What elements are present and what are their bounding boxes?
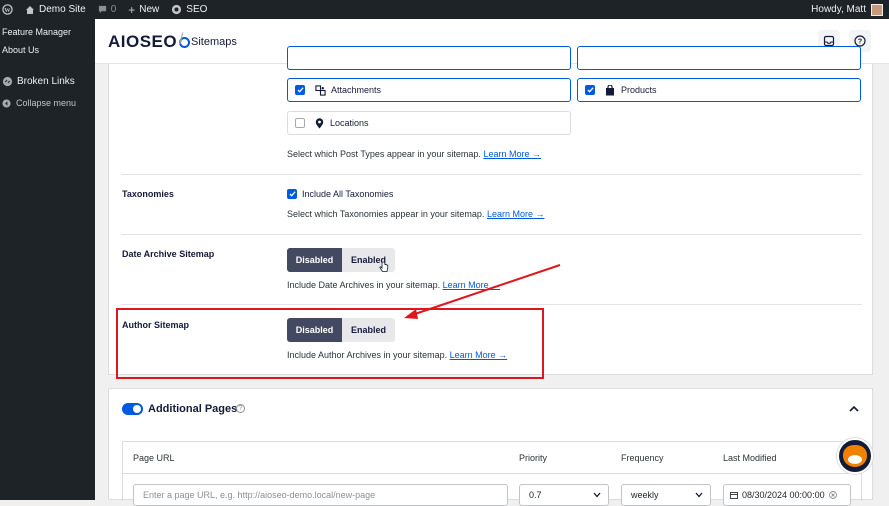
column-header: Page URL [133, 453, 175, 463]
post-type-attachments[interactable]: Attachments [287, 78, 571, 102]
post-type-locations[interactable]: Locations [287, 111, 571, 135]
post-types-description: Select which Post Types appear in your s… [287, 149, 541, 159]
post-type-box-partial[interactable] [577, 46, 861, 70]
learn-more-link[interactable]: Learn More → [443, 280, 501, 290]
help-mascot-button[interactable] [837, 438, 873, 474]
admin-bar: W Demo Site 0 + New SEO Howdy, Matt [0, 0, 889, 19]
page-title: Sitemaps [191, 36, 237, 48]
date-archive-label: Date Archive Sitemap [122, 249, 215, 259]
sidebar-item-broken-links[interactable]: Broken Links [2, 76, 75, 87]
additional-pages-title: Additional Pages [148, 403, 238, 415]
site-name: Demo Site [39, 4, 86, 15]
post-type-products[interactable]: Products [577, 78, 861, 102]
post-type-label: Locations [330, 118, 369, 128]
collapse-label: Collapse menu [16, 98, 77, 108]
description-text: Include Date Archives in your sitemap. [287, 280, 441, 290]
additional-pages-table: Page URL Priority Frequency Last Modifie… [122, 441, 862, 506]
chevron-up-icon[interactable] [849, 405, 859, 412]
priority-select[interactable]: 0.7 [519, 484, 609, 506]
aioseo-logo: AIOSEO [108, 32, 191, 52]
include-all-taxonomies[interactable]: Include All Taxonomies [287, 189, 393, 199]
last-modified-input[interactable]: 08/30/2024 00:00:00 [723, 484, 851, 506]
mouse-cursor-icon [379, 261, 389, 272]
site-name-link[interactable]: Demo Site [25, 4, 86, 15]
broken-links-icon [2, 76, 13, 87]
comments-count: 0 [110, 4, 117, 15]
svg-text:W: W [4, 7, 11, 14]
learn-more-link[interactable]: Learn More → [483, 149, 541, 159]
additional-pages-card: Additional Pages ? Page URL Priority Fre… [108, 388, 873, 506]
chevron-down-icon [593, 492, 601, 498]
annotation-highlight-box [116, 308, 544, 379]
disabled-option[interactable]: Disabled [287, 248, 342, 272]
checkbox-checked[interactable] [287, 189, 297, 199]
plus-icon: + [128, 2, 136, 17]
comments-link[interactable]: 0 [98, 4, 117, 15]
admin-sidebar: Feature Manager About Us Broken Links Co… [0, 19, 95, 500]
aioseo-gear-icon [172, 4, 182, 15]
page-url-input[interactable]: Enter a page URL, e.g. http://aioseo-dem… [133, 484, 508, 506]
column-header: Frequency [621, 453, 664, 463]
divider [121, 234, 862, 235]
svg-text:?: ? [858, 39, 862, 46]
divider [123, 473, 861, 474]
divider [121, 304, 862, 305]
taxonomies-label: Taxonomies [122, 189, 174, 199]
column-header: Priority [519, 453, 548, 463]
collapse-icon [2, 98, 11, 108]
sidebar-item-about-us[interactable]: About Us [2, 45, 39, 55]
wordpress-logo-icon[interactable]: W [2, 4, 13, 15]
clear-icon[interactable] [828, 491, 837, 499]
checkbox-checked[interactable] [585, 85, 595, 95]
frequency-select[interactable]: weekly [621, 484, 711, 506]
description-text: Select which Taxonomies appear in your s… [287, 209, 485, 219]
products-icon [606, 84, 614, 95]
breadcrumb-separator: / [179, 31, 184, 48]
learn-more-link[interactable]: Learn More → [487, 209, 545, 219]
calendar-icon [730, 492, 738, 499]
frequency-value: weekly [631, 490, 659, 500]
post-type-label: Products [621, 85, 657, 95]
seo-menu-link[interactable]: SEO [171, 4, 207, 15]
last-modified-value: 08/30/2024 00:00:00 [742, 490, 825, 500]
taxonomies-description: Select which Taxonomies appear in your s… [287, 209, 544, 219]
home-icon [26, 5, 34, 14]
my-account[interactable]: Howdy, Matt [811, 3, 883, 16]
mascot-icon [843, 445, 867, 467]
greeting: Howdy, Matt [811, 4, 866, 15]
question-icon[interactable]: ? [236, 404, 245, 413]
post-type-box-partial[interactable] [287, 46, 571, 70]
seo-label: SEO [186, 4, 208, 15]
location-pin-icon [315, 117, 324, 128]
new-content-link[interactable]: + New [128, 2, 160, 17]
comment-icon [98, 5, 106, 14]
collapse-menu-button[interactable]: Collapse menu [2, 98, 76, 108]
divider [121, 174, 862, 175]
chevron-down-icon [695, 492, 703, 498]
column-header: Last Modified [723, 453, 777, 463]
logo-text: AIOSEO [108, 32, 178, 51]
sidebar-item-feature-manager[interactable]: Feature Manager [2, 27, 71, 37]
post-type-label: Attachments [331, 85, 382, 95]
new-label: New [139, 4, 160, 15]
priority-value: 0.7 [529, 490, 542, 500]
description-text: Select which Post Types appear in your s… [287, 149, 481, 159]
checkbox-checked[interactable] [295, 85, 305, 95]
additional-pages-switch[interactable] [122, 403, 143, 415]
checkbox-unchecked[interactable] [295, 118, 305, 128]
attachments-icon [315, 84, 326, 96]
sidebar-item-label: Broken Links [17, 76, 75, 87]
avatar [871, 3, 883, 16]
date-archive-description: Include Date Archives in your sitemap. L… [287, 280, 500, 290]
checkbox-label: Include All Taxonomies [302, 189, 394, 199]
